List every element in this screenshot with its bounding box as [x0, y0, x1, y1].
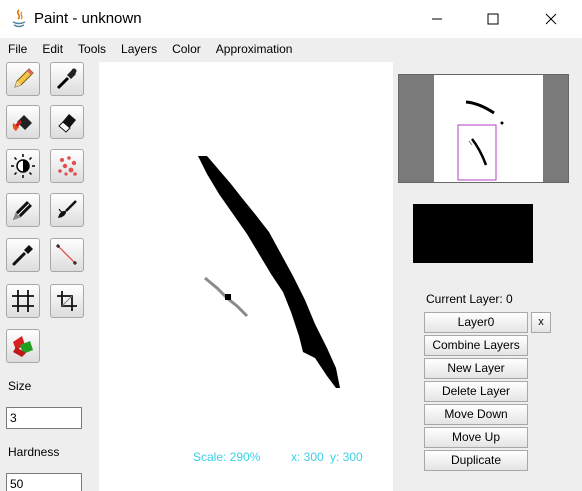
color-swap-icon	[13, 336, 33, 357]
canvas-drawing	[198, 156, 340, 388]
navigator-panel[interactable]	[398, 74, 569, 183]
menu-file[interactable]: File	[0, 38, 34, 60]
minimize-icon	[432, 18, 442, 20]
fill-bucket-icon	[12, 115, 32, 131]
window-title: Paint - unknown	[34, 10, 142, 27]
menu-bar: File Edit Tools Layers Color Approximati…	[0, 38, 582, 60]
delete-layer-0-button[interactable]: x	[531, 312, 551, 333]
move-up-button[interactable]: Move Up	[424, 427, 528, 448]
menu-approximation[interactable]: Approximation	[209, 38, 300, 60]
marker-icon	[13, 201, 32, 220]
smudge-tool-button[interactable]	[50, 193, 84, 227]
title-bar: Paint - unknown	[0, 0, 582, 38]
brightness-tool-button[interactable]	[6, 149, 40, 183]
hardness-input[interactable]	[6, 473, 82, 491]
menu-layers[interactable]: Layers	[114, 38, 164, 60]
close-icon	[545, 13, 557, 25]
crop-icon	[57, 291, 77, 311]
spray-icon	[58, 156, 77, 176]
pencil-tool-button[interactable]	[6, 62, 40, 96]
grid-tool-button[interactable]	[6, 284, 40, 318]
duplicate-button[interactable]: Duplicate	[424, 450, 528, 471]
move-down-button[interactable]: Move Down	[424, 404, 528, 425]
navigator-viewport-frame[interactable]	[457, 124, 497, 181]
layer-0-button[interactable]: Layer0	[424, 312, 528, 333]
size-label: Size	[8, 379, 32, 393]
menu-color[interactable]: Color	[165, 38, 208, 60]
crop-tool-button[interactable]	[50, 284, 84, 318]
pencil-icon	[14, 68, 34, 88]
paint-window: Paint - unknown File Edit Tools Layers C…	[0, 0, 582, 491]
current-layer-label: Current Layer: 0	[426, 292, 513, 306]
smudge-brush-icon	[58, 200, 77, 218]
maximize-icon	[487, 13, 499, 25]
line-tool-button[interactable]	[50, 238, 84, 272]
color-picker-icon	[12, 245, 33, 266]
spray-tool-button[interactable]	[50, 149, 84, 183]
minimize-button[interactable]	[414, 0, 460, 38]
maximize-button[interactable]	[470, 0, 516, 38]
hardness-label: Hardness	[8, 445, 60, 459]
color-picker-tool-button[interactable]	[6, 238, 40, 272]
combine-layers-button[interactable]: Combine Layers	[424, 335, 528, 356]
eraser-tool-button[interactable]	[50, 105, 84, 139]
stroke-dot	[225, 294, 231, 300]
x-coordinate-readout: x: 300	[291, 450, 324, 464]
menu-tools[interactable]: Tools	[71, 38, 113, 60]
size-input[interactable]	[6, 407, 82, 429]
navigator-thumbnail	[457, 100, 504, 181]
scale-readout: Scale: 290%	[193, 450, 261, 464]
marker-tool-button[interactable]	[6, 193, 40, 227]
color-swap-tool-button[interactable]	[6, 329, 40, 363]
drawing-canvas[interactable]: Scale: 290% x: 300 y: 300	[99, 62, 393, 491]
brightness-icon	[11, 154, 35, 178]
java-app-icon	[12, 9, 26, 28]
eraser-icon	[58, 114, 76, 133]
stroke-large	[198, 156, 340, 388]
navigator-preview	[434, 75, 543, 182]
line-icon	[56, 244, 77, 265]
close-button[interactable]	[528, 0, 574, 38]
current-color-swatch[interactable]	[413, 204, 533, 263]
delete-layer-button[interactable]: Delete Layer	[424, 381, 528, 402]
fill-tool-button[interactable]	[6, 105, 40, 139]
new-layer-button[interactable]: New Layer	[424, 358, 528, 379]
grid-icon	[12, 290, 34, 312]
menu-edit[interactable]: Edit	[35, 38, 70, 60]
y-coordinate-readout: y: 300	[330, 450, 363, 464]
brush-picker-tool-button[interactable]	[50, 62, 84, 96]
eyedropper-brush-icon	[56, 68, 77, 90]
